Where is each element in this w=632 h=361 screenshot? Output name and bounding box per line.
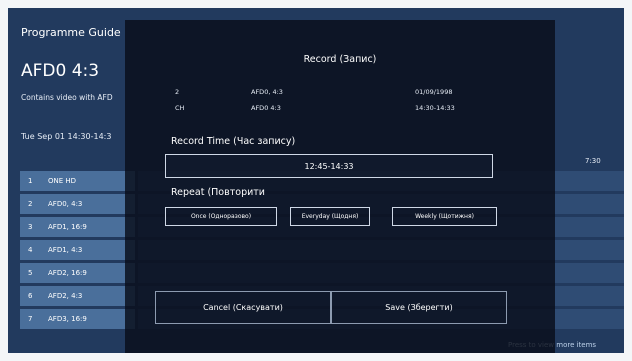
channel-row[interactable]: 1 ONE HD [20,171,135,191]
info-date: 01/09/1998 [415,88,453,96]
channel-number: 2 [28,200,33,208]
repeat-label: Repeat (Повторити [171,187,265,198]
cancel-button[interactable]: Cancel (Скасувати) [155,291,331,324]
channel-label: AFD2, 16:9 [48,269,87,277]
channel-number: 4 [28,246,33,254]
channel-label: AFD1, 4:3 [48,246,83,254]
tv-screen: Programme Guide AFD0 4:3 Contains video … [8,8,624,353]
channel-row[interactable]: 2 AFD0, 4:3 [20,194,135,214]
info-channel: AFD0, 4:3 [251,88,283,96]
record-dialog: Record (Запис) 2 AFD0, 4:3 01/09/1998 CH… [125,20,555,353]
channel-row[interactable]: 4 AFD1, 4:3 [20,240,135,260]
record-time-value: 12:45-14:33 [304,161,354,171]
channel-row[interactable]: 3 AFD1, 16:9 [20,217,135,237]
save-label: Save (Зберегти) [385,303,453,312]
channel-name: AFD0 4:3 [21,61,100,81]
info-channel: AFD0 4:3 [251,104,281,112]
channel-label: ONE HD [48,177,77,185]
channel-label: AFD3, 16:9 [48,315,87,323]
channel-number: 3 [28,223,33,231]
repeat-everyday-label: Everyday (Щодня) [301,213,359,220]
channel-number: 7 [28,315,33,323]
channel-label: AFD1, 16:9 [48,223,87,231]
dialog-title: Record (Запис) [303,54,377,65]
programme-description: Contains video with AFD [21,93,113,102]
timeline-label: 7:30 [585,157,601,165]
channel-row[interactable]: 7 AFD3, 16:9 [20,309,135,329]
channel-label: AFD2, 4:3 [48,292,83,300]
info-time: 14:30-14:33 [415,104,455,112]
page-title: Programme Guide [21,26,121,39]
repeat-once-button[interactable]: Once (Одноразово) [165,207,277,226]
repeat-once-label: Once (Одноразово) [190,213,252,220]
repeat-weekly-label: Weekly (Щотижня) [415,213,474,220]
channel-number: 2 [175,88,180,96]
save-button[interactable]: Save (Зберегти) [331,291,507,324]
record-time-field[interactable]: 12:45-14:33 [165,154,493,178]
channel-row[interactable]: 5 AFD2, 16:9 [20,263,135,283]
repeat-weekly-button[interactable]: Weekly (Щотижня) [392,207,497,226]
channel-number: 6 [28,292,33,300]
record-time-label: Record Time (Час запису) [171,136,296,147]
programme-datetime: Tue Sep 01 14:30-14:3 [21,132,112,141]
channel-number: 5 [28,269,33,277]
channel-number: 1 [28,177,33,185]
channel-icon: CH [175,104,185,112]
repeat-everyday-button[interactable]: Everyday (Щодня) [290,207,370,226]
channel-row[interactable]: 6 AFD2, 4:3 [20,286,135,306]
channel-label: AFD0, 4:3 [48,200,83,208]
cancel-label: Cancel (Скасувати) [203,303,283,312]
